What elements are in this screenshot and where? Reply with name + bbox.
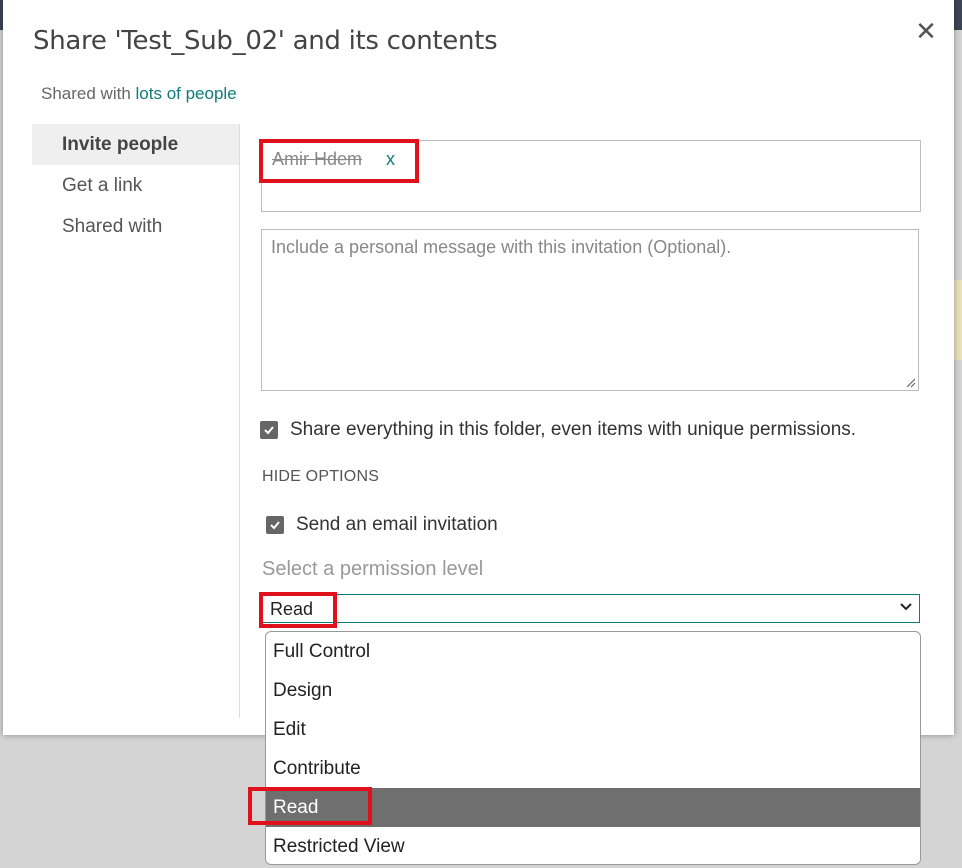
shared-with-prefix: Shared with	[41, 84, 131, 103]
dialog-title: Share 'Test_Sub_02' and its contents	[33, 26, 498, 56]
invited-person-token: Amir Hdem	[272, 149, 363, 169]
option-design[interactable]: Design	[266, 671, 920, 710]
close-icon[interactable]: ✕	[913, 18, 939, 44]
nav-item-shared-with[interactable]: Shared with	[32, 206, 239, 247]
permission-level-label: Select a permission level	[262, 558, 484, 580]
share-everything-row: Share everything in this folder, even it…	[260, 419, 856, 441]
option-full-control[interactable]: Full Control	[266, 632, 920, 671]
hide-options-link[interactable]: HIDE OPTIONS	[262, 468, 379, 486]
permission-level-select[interactable]: Read	[261, 594, 920, 623]
message-placeholder: Include a personal message with this inv…	[271, 237, 732, 257]
permission-level-value: Read	[270, 599, 314, 619]
option-read[interactable]: Read	[266, 788, 920, 827]
shared-with-summary: Shared with lots of people	[41, 84, 237, 104]
people-picker-input[interactable]: Amir Hdem x	[261, 140, 921, 212]
personal-message-field[interactable]: Include a personal message with this inv…	[261, 229, 919, 391]
lots-of-people-link[interactable]: lots of people	[136, 84, 237, 103]
option-restricted-view[interactable]: Restricted View	[266, 827, 920, 864]
share-everything-checkbox[interactable]	[260, 421, 278, 439]
nav-item-get-a-link[interactable]: Get a link	[32, 165, 239, 206]
share-nav: Invite people Get a link Shared with	[32, 124, 240, 718]
checkmark-icon	[270, 521, 280, 530]
checkmark-icon	[264, 426, 274, 435]
send-email-label: Send an email invitation	[296, 514, 498, 535]
send-email-checkbox[interactable]	[266, 516, 284, 534]
share-everything-label: Share everything in this folder, even it…	[290, 419, 857, 440]
remove-person-button[interactable]: x	[386, 149, 395, 170]
permission-dropdown-list: Full Control Design Edit Contribute Read…	[265, 631, 921, 865]
send-email-row: Send an email invitation	[266, 514, 498, 536]
option-edit[interactable]: Edit	[266, 710, 920, 749]
option-contribute[interactable]: Contribute	[266, 749, 920, 788]
nav-item-invite-people[interactable]: Invite people	[32, 124, 239, 165]
chevron-down-icon	[900, 603, 912, 611]
resize-grip-icon[interactable]	[906, 378, 916, 388]
